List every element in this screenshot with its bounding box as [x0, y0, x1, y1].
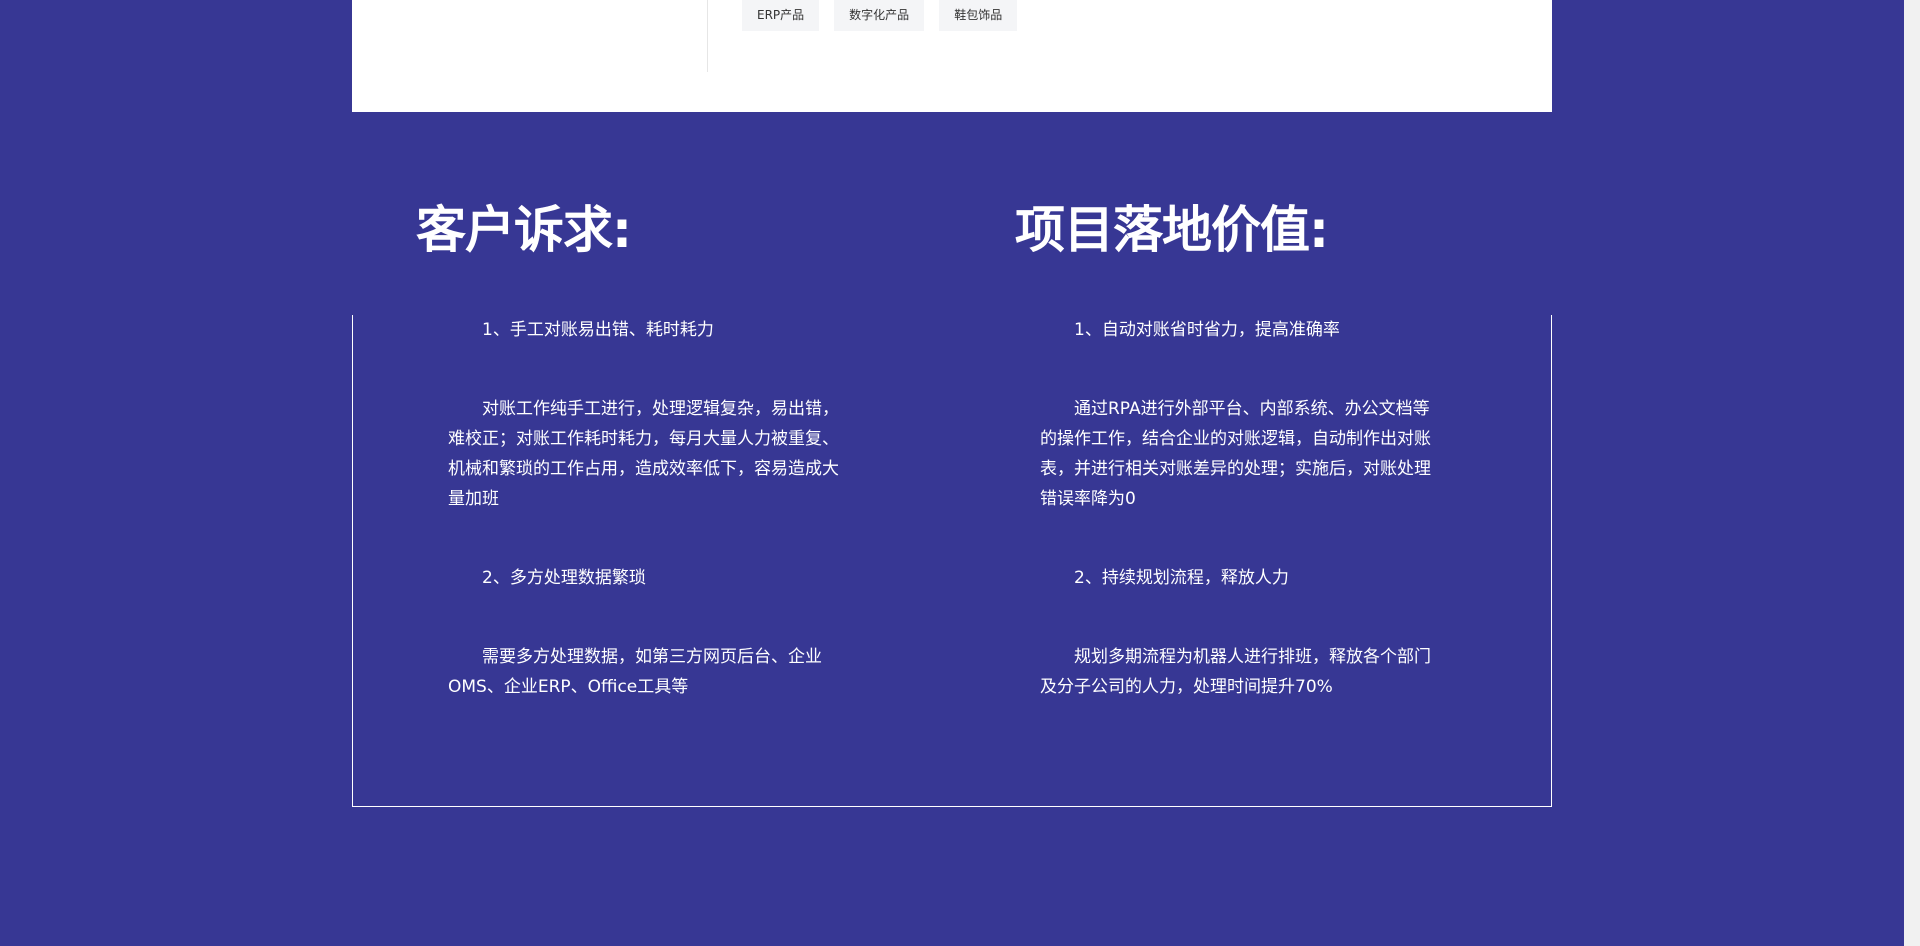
customer-needs-heading: 客户诉求:: [416, 201, 632, 259]
value-item-body: 规划多期流程为机器人进行排班，释放各个部门及分子公司的人力，处理时间提升70%: [1040, 647, 1431, 697]
project-value-heading: 项目落地价值:: [1015, 201, 1329, 259]
need-item-title: 2、多方处理数据繁琐: [482, 568, 646, 588]
vertical-scrollbar[interactable]: [1904, 0, 1920, 946]
tag-shoes-bags-accessories[interactable]: 鞋包饰品: [939, 0, 1018, 31]
tag-erp-products[interactable]: ERP产品: [742, 0, 820, 31]
tag-list: ERP产品 数字化产品 鞋包饰品: [742, 0, 1018, 31]
value-item-body: 通过RPA进行外部平台、内部系统、办公文档等的操作工作，结合企业的对账逻辑，自动…: [1040, 399, 1431, 509]
customer-needs-column: 1、手工对账易出错、耗时耗力 对账工作纯手工进行，处理逻辑复杂，易出错，难校正；…: [448, 315, 853, 751]
project-value-column: 1、自动对账省时省力，提高准确率 通过RPA进行外部平台、内部系统、办公文档等的…: [1040, 315, 1445, 751]
need-item-body: 对账工作纯手工进行，处理逻辑复杂，易出错，难校正；对账工作耗时耗力，每月大量人力…: [448, 399, 839, 509]
need-item-title: 1、手工对账易出错、耗时耗力: [482, 320, 714, 340]
value-item-title: 1、自动对账省时省力，提高准确率: [1074, 320, 1340, 340]
value-item-title: 2、持续规划流程，释放人力: [1074, 568, 1289, 588]
tag-digital-products[interactable]: 数字化产品: [834, 0, 925, 31]
need-item-body: 需要多方处理数据，如第三方网页后台、企业OMS、企业ERP、Office工具等: [448, 647, 822, 697]
panel-divider: [707, 0, 708, 72]
white-content-panel: ERP产品 数字化产品 鞋包饰品: [352, 0, 1552, 112]
